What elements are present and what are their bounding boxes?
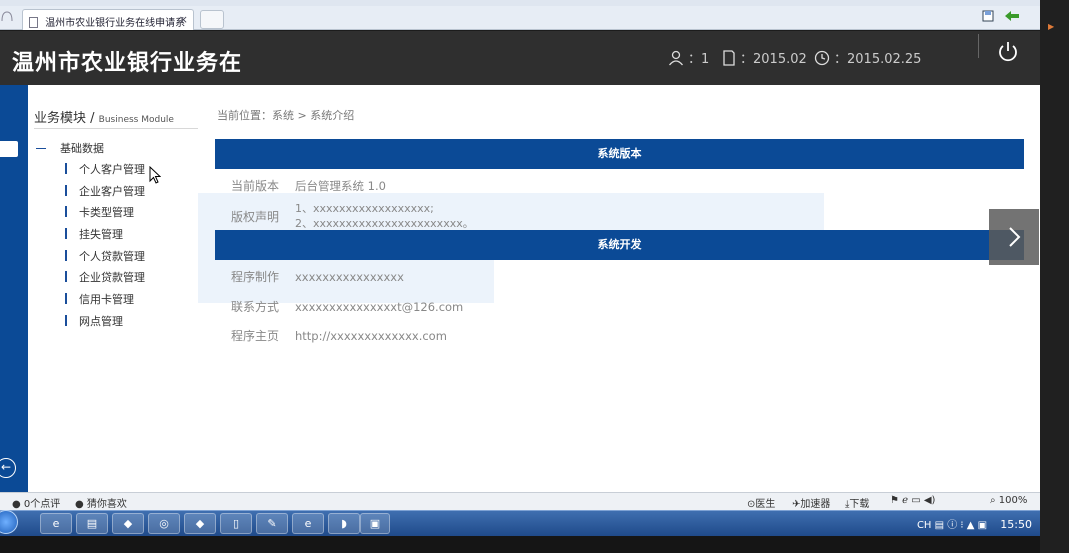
document-taskbar-icon[interactable]: ▯ [220,513,252,534]
header-divider [978,34,979,58]
current-version-row: 当前版本 后台管理系统 1.0 [231,179,386,193]
power-icon[interactable] [996,40,1020,67]
current-date: ：2015.02.25 [814,48,921,67]
start-button[interactable] [0,510,18,534]
sidebar-title: 业务模块 / Business Module [34,111,174,126]
browser-tab-title: 温州市农业银行业务在线申请系 [45,18,186,29]
chevron-right-icon [1009,227,1021,247]
toolbar-icons[interactable]: ⚑ ℯ ▭ ◀) [890,495,935,506]
right-edge-panel: ▶ [1040,0,1069,553]
tool-taskbar-icon[interactable]: ✎ [256,513,288,534]
sidebar: 业务模块 / Business Module 基础数据 个人客户管理 企业客户管… [28,85,210,492]
homepage-row: 程序主页 http://xxxxxxxxxxxxx.com [231,329,447,343]
clock-icon [814,50,830,66]
browser-statusbar: ● 0个点评 ● 猜你喜欢 ⊙医生 ✈加速器 ⤓下载 ⚑ ℯ ▭ ◀) ⌕ 10… [0,492,1040,510]
ime-indicator[interactable]: CH [917,520,932,531]
browser-tabbar: 温州市农业银行业务在线申请系 × [0,6,1040,30]
sidebar-item-card-type[interactable]: 卡类型管理 [65,204,145,226]
document-icon [723,50,735,66]
comments-status[interactable]: ● 0个点评 [12,495,60,510]
zoom-level[interactable]: ⌕ 100% [990,495,1027,506]
page-icon [29,17,38,28]
ie-taskbar-icon[interactable]: e [40,513,72,534]
ie-taskbar-icon[interactable]: e [292,513,324,534]
guess-status[interactable]: ● 猜你喜欢 [75,495,127,510]
breadcrumb: 当前位置：系统 > 系统介绍 [217,109,355,122]
sidebar-item-enterprise-loan[interactable]: 企业贷款管理 [65,269,145,291]
watermark-overlay [198,193,824,233]
next-slide-button[interactable] [989,209,1039,265]
version-month: ：2015.02 [722,48,807,67]
app-header: 温州市农业银行业务在 ：1 ：2015.02 ：2015.02.25 [0,31,1040,85]
homepage-link[interactable]: http://xxxxxxxxxxxxx.com [295,329,447,343]
sidebar-menu: 个人客户管理 企业客户管理 卡类型管理 挂失管理 个人贷款管理 企业贷款管理 信… [65,161,145,335]
window-taskbar-icon[interactable]: ▣ [360,513,390,534]
sidebar-group-basic-data[interactable]: 基础数据 [36,140,104,156]
download-status[interactable]: ⤓下载 [845,495,869,510]
sidebar-item-credit-card[interactable]: 信用卡管理 [65,291,145,313]
collapse-icon[interactable]: ← [0,458,16,478]
section-header-version: 系统版本 [215,139,1024,169]
user-count: ：1 [668,48,709,67]
section-header-development: 系统开发 [215,230,1024,260]
app-taskbar-icon[interactable]: ◆ [184,513,216,534]
sidebar-item-personal-customer[interactable]: 个人客户管理 [65,161,145,183]
contact-row: 联系方式 xxxxxxxxxxxxxxxt@126.com [231,300,464,314]
home-tab-icon[interactable] [0,9,18,27]
app-title: 温州市农业银行业务在 [12,51,243,76]
sidebar-item-branch[interactable]: 网点管理 [65,313,145,335]
app-taskbar-icon[interactable]: ◗ [328,513,360,534]
main-content: 当前位置：系统 > 系统介绍 系统版本 当前版本 后台管理系统 1.0 版权声明 … [198,85,1040,492]
windows-taskbar: e ▤ ◆ ◎ ◆ ▯ ✎ e ◗ ▣ CH ▤ ⓘ ⁝ ▲ ▣ 15:50 [0,510,1040,536]
system-tray: CH ▤ ⓘ ⁝ ▲ ▣ 15:50 [916,518,1032,531]
browser360-taskbar-icon[interactable]: ◎ [148,513,180,534]
accelerator-status[interactable]: ✈加速器 [792,495,830,510]
sidebar-item-report-loss[interactable]: 挂失管理 [65,226,145,248]
monitor-icon[interactable] [0,141,18,157]
mouse-cursor-icon [149,165,162,187]
browser-tab[interactable]: 温州市农业银行业务在线申请系 × [22,9,194,30]
sidebar-item-personal-loan[interactable]: 个人贷款管理 [65,248,145,270]
screen-bottom-edge [0,536,1040,553]
new-tab-button[interactable] [200,10,224,29]
sidebar-item-enterprise-customer[interactable]: 企业客户管理 [65,183,145,205]
doctor-status[interactable]: ⊙医生 [747,495,775,510]
left-rail: ← [0,85,28,492]
explorer-taskbar-icon[interactable]: ▤ [76,513,108,534]
save-page-icon[interactable] [982,10,994,25]
copyright-label: 版权声明 [231,210,280,224]
close-tab-icon[interactable]: × [179,13,188,26]
user-icon [668,50,684,66]
maker-row: 程序制作 xxxxxxxxxxxxxxxx [231,270,404,284]
minus-icon [36,147,46,149]
back-arrow-icon[interactable] [1004,10,1020,25]
app-taskbar-icon[interactable]: ◆ [112,513,144,534]
sidebar-divider [34,128,198,129]
clock[interactable]: 15:50 [1000,518,1032,531]
copyright-values: 1、xxxxxxxxxxxxxxxxxx; 2、xxxxxxxxxxxxxxxx… [295,202,474,230]
